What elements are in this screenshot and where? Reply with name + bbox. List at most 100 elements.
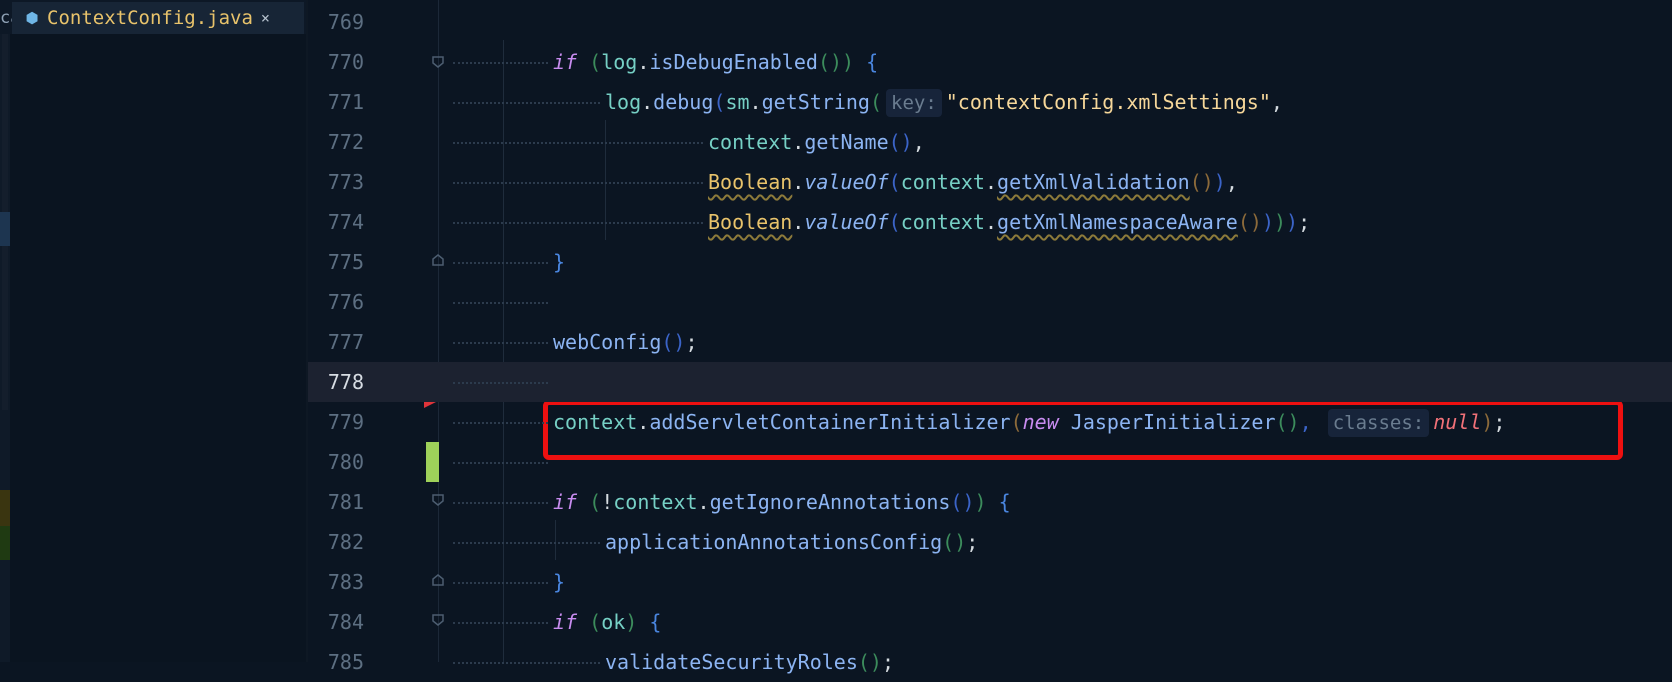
- line-number[interactable]: 771: [308, 82, 364, 122]
- line-number[interactable]: 774: [308, 202, 364, 242]
- code-token: valueOf: [804, 170, 889, 194]
- code-token: log: [605, 90, 642, 114]
- strip-marker: [0, 526, 10, 560]
- code-token: .: [984, 210, 998, 234]
- code-token: getIgnoreAnnotations: [709, 490, 951, 514]
- code-token: (): [942, 530, 967, 554]
- editor-tab-bar: ca ⬢ ContextConfig.java ×: [0, 0, 308, 34]
- line-number[interactable]: 778: [308, 362, 364, 402]
- code-line[interactable]: }: [553, 562, 565, 602]
- code-token: ,: [1299, 410, 1324, 434]
- code-token: (): [888, 130, 913, 154]
- change-marker-added[interactable]: [426, 442, 439, 482]
- code-token: webConfig: [553, 330, 662, 354]
- code-token: applicationAnnotationsConfig: [605, 530, 943, 554]
- code-token: ;: [685, 330, 698, 354]
- fold-start-icon[interactable]: [432, 494, 444, 506]
- indent-guide: [503, 40, 504, 662]
- code-line[interactable]: applicationAnnotationsConfig();: [605, 522, 978, 562]
- close-icon[interactable]: ×: [261, 9, 270, 27]
- code-token: Boolean: [708, 170, 793, 194]
- line-number[interactable]: 783: [308, 562, 364, 602]
- code-token: .: [984, 170, 998, 194]
- code-token: }: [553, 250, 566, 274]
- line-number[interactable]: 782: [308, 522, 364, 562]
- code-line[interactable]: context.getName(),: [708, 122, 925, 162]
- code-token: (): [1237, 210, 1262, 234]
- line-number[interactable]: 776: [308, 282, 364, 322]
- code-token: new: [1022, 410, 1059, 434]
- code-token: .: [637, 50, 650, 74]
- code-token: valueOf: [804, 210, 889, 234]
- code-line[interactable]: webConfig();: [553, 322, 698, 362]
- code-token: Boolean: [708, 210, 793, 234]
- code-token: addServletContainerInitializer: [649, 410, 1011, 434]
- tab-partial-label[interactable]: ca: [0, 6, 12, 30]
- project-panel: [0, 0, 308, 662]
- code-token: ): [1261, 210, 1274, 234]
- code-token: ,: [1270, 90, 1283, 114]
- code-token: getName: [804, 130, 889, 154]
- line-number[interactable]: 769: [308, 2, 364, 42]
- code-line[interactable]: }: [553, 242, 565, 282]
- whitespace-dots: [453, 422, 548, 425]
- code-line[interactable]: log.debug(sm.getString(key: "contextConfi…: [605, 82, 1283, 122]
- code-token: (: [1010, 410, 1023, 434]
- line-number[interactable]: 772: [308, 122, 364, 162]
- line-number[interactable]: 777: [308, 322, 364, 362]
- code-line[interactable]: Boolean.valueOf(context.getXmlValidation…: [708, 162, 1238, 202]
- code-line[interactable]: if (ok) {: [553, 602, 661, 642]
- code-token: context: [613, 490, 698, 514]
- code-token: ): [1481, 410, 1494, 434]
- line-number[interactable]: 781: [308, 482, 364, 522]
- code-token: !: [601, 490, 614, 514]
- code-token: getString: [761, 90, 870, 114]
- line-number[interactable]: 784: [308, 602, 364, 642]
- code-line[interactable]: Boolean.valueOf(context.getXmlNamespaceA…: [708, 202, 1310, 242]
- code-line[interactable]: context.addServletContainerInitializer(n…: [553, 402, 1505, 442]
- code-token: ): [625, 610, 650, 634]
- code-token: ;: [1298, 210, 1311, 234]
- code-token: (: [869, 90, 882, 114]
- code-token: ): [974, 490, 999, 514]
- whitespace-dots: [453, 102, 600, 105]
- line-number[interactable]: 785: [308, 642, 364, 682]
- code-line[interactable]: if (log.isDebugEnabled()) {: [553, 42, 878, 82]
- code-token: JasperInitializer: [1070, 410, 1276, 434]
- code-token: }: [553, 570, 566, 594]
- code-token: context: [900, 210, 985, 234]
- fold-start-icon[interactable]: [432, 614, 444, 626]
- whitespace-dots: [453, 542, 600, 545]
- code-token: ,: [1225, 170, 1238, 194]
- tab-contextconfig[interactable]: ⬢ ContextConfig.java ×: [12, 2, 304, 34]
- whitespace-dots: [453, 622, 548, 625]
- code-token: if: [553, 490, 578, 514]
- fold-gutter-line: [438, 0, 439, 662]
- code-token: ;: [881, 650, 895, 674]
- line-number[interactable]: 770: [308, 42, 364, 82]
- line-number[interactable]: 775: [308, 242, 364, 282]
- code-token: ok: [601, 610, 626, 634]
- fold-end-icon[interactable]: [432, 254, 444, 266]
- java-class-icon: ⬢: [25, 9, 39, 27]
- scroll-track[interactable]: [2, 0, 8, 410]
- code-token: (): [1189, 170, 1214, 194]
- code-token: log: [601, 50, 638, 74]
- code-line[interactable]: if (!context.getIgnoreAnnotations()) {: [553, 482, 1011, 522]
- code-token: if: [553, 610, 578, 634]
- fold-start-icon[interactable]: [432, 56, 444, 68]
- line-number[interactable]: 779: [308, 402, 364, 442]
- code-token: ): [1213, 170, 1226, 194]
- line-number[interactable]: 780: [308, 442, 364, 482]
- line-number[interactable]: 773: [308, 162, 364, 202]
- whitespace-dots: [453, 222, 703, 225]
- whitespace-dots: [453, 342, 548, 345]
- fold-end-icon[interactable]: [432, 574, 444, 586]
- code-token: (): [661, 330, 686, 354]
- code-token: (: [577, 50, 602, 74]
- code-token: context: [900, 170, 985, 194]
- code-token: context: [708, 130, 793, 154]
- whitespace-dots: [453, 302, 548, 305]
- code-token: "contextConfig.xmlSettings": [945, 90, 1271, 114]
- code-line[interactable]: validateSecurityRoles();: [605, 642, 894, 682]
